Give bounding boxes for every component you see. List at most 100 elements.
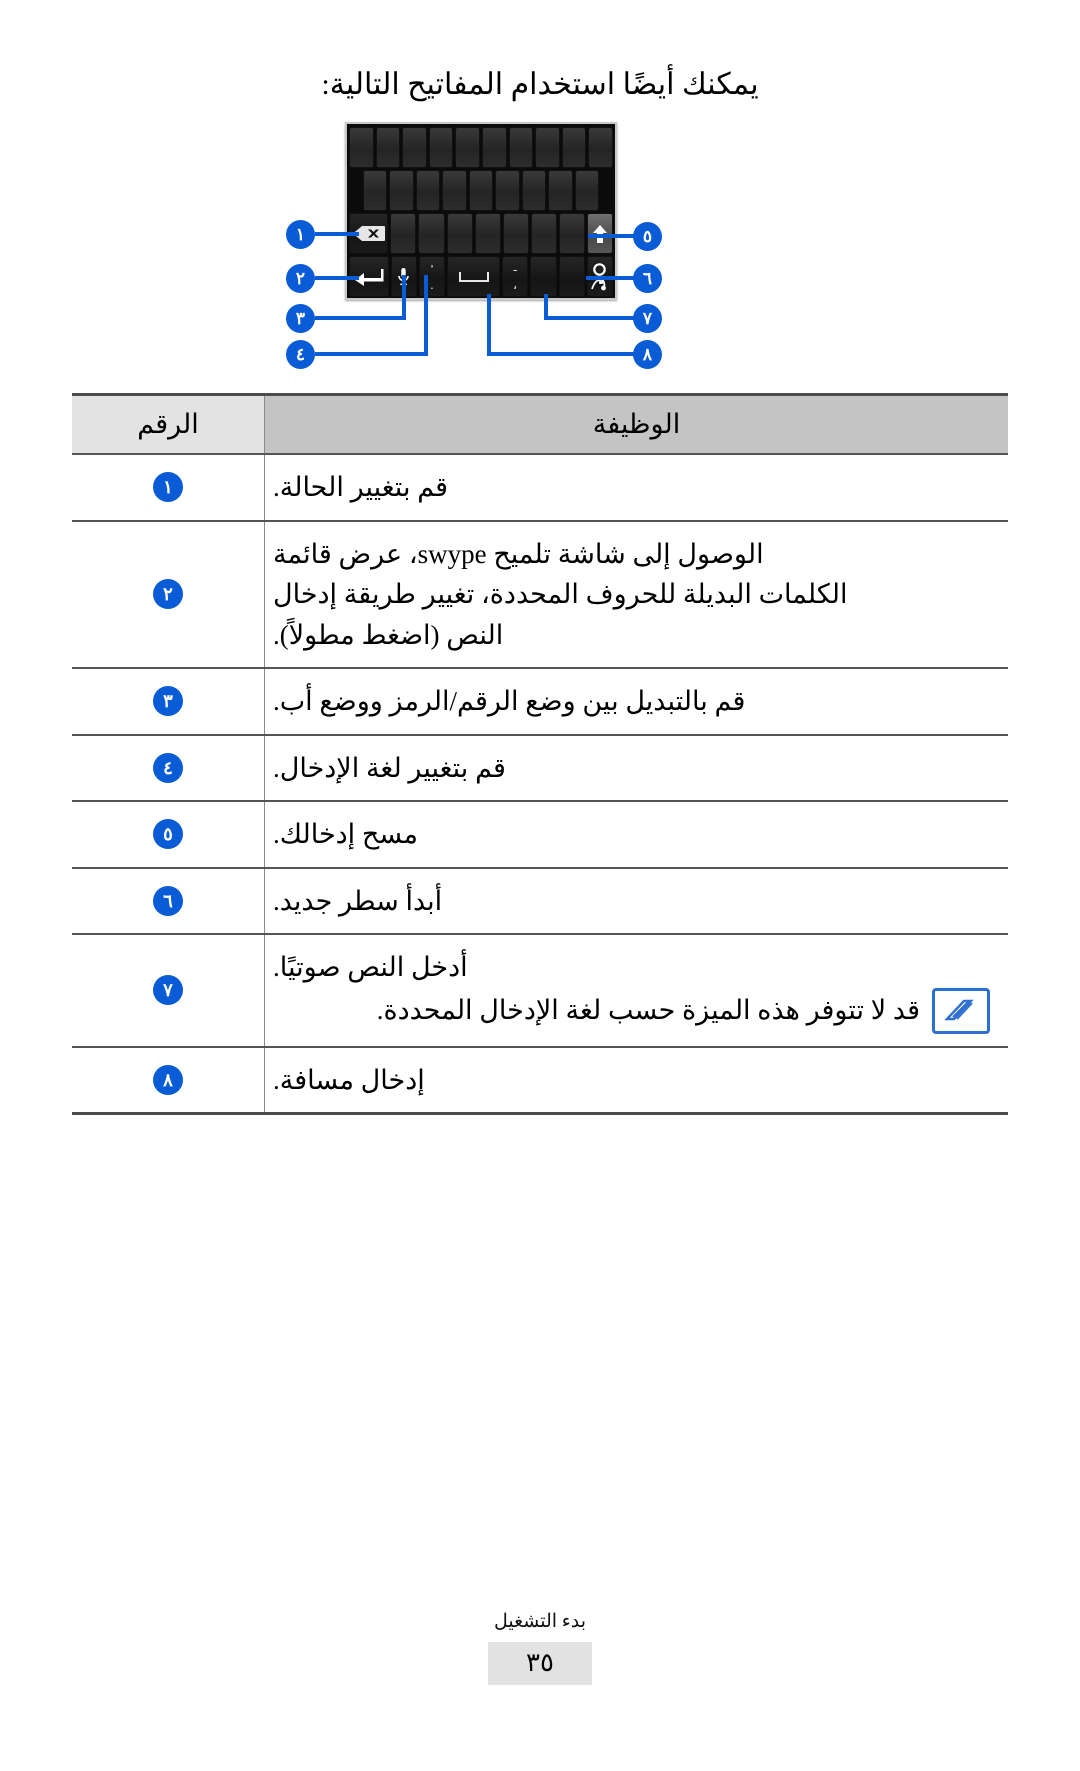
table-row: إدخال مسافة. ٨: [72, 1045, 1008, 1115]
key-function-table: الوظيفة الرقم قم بتغيير الحالة. ١ الوصول…: [72, 393, 1008, 1115]
table-head: الوظيفة الرقم: [72, 393, 1008, 454]
function-line: أدخل النص صوتيًا.: [273, 952, 468, 982]
letter-key[interactable]: [502, 213, 529, 254]
letter-key[interactable]: [390, 213, 417, 254]
letter-key[interactable]: [548, 170, 573, 211]
table-row: قم بالتبديل بين وضع الرقم/الرمز ووضع أب.…: [72, 667, 1008, 735]
space-bar-icon: [448, 257, 499, 296]
letter-key[interactable]: [389, 170, 414, 211]
letter-key[interactable]: [418, 213, 445, 254]
note-text: قد لا تتوفر هذه الميزة حسب لغة الإدخال ا…: [376, 994, 920, 1025]
letter-key[interactable]: [561, 127, 587, 168]
row-badge: ٥: [153, 819, 183, 850]
leader-line-8-h: [487, 352, 636, 356]
swype-keyboard: - ، ’ .: [345, 122, 617, 300]
leader-line-8-v: [487, 294, 491, 356]
callout-badge-1: ١: [286, 220, 315, 249]
row-badge: ٢: [153, 579, 183, 610]
row-badge: ٤: [153, 752, 183, 783]
leader-line-6: [586, 276, 636, 280]
letter-key[interactable]: [455, 127, 480, 168]
letter-key[interactable]: [474, 213, 501, 254]
number-cell: ٢: [72, 519, 265, 668]
symbol-mode-key[interactable]: [558, 256, 585, 297]
row-badge: ٣: [153, 686, 183, 717]
letter-key[interactable]: [363, 170, 388, 211]
function-line: إدخال مسافة.: [273, 1064, 425, 1095]
letter-key[interactable]: [428, 127, 454, 168]
letter-key[interactable]: [558, 213, 585, 254]
letter-key[interactable]: [402, 127, 427, 168]
column-header-number: الرقم: [72, 393, 265, 454]
letter-key[interactable]: [446, 213, 473, 254]
space-key[interactable]: [447, 256, 500, 297]
table-row: قم بتغيير الحالة. ١: [72, 453, 1008, 521]
leader-line-7-v: [544, 294, 548, 320]
function-cell: الوصول إلى شاشة تلميح swype، عرض قائمة ا…: [264, 519, 1008, 668]
intro-text: يمكنك أيضًا استخدام المفاتيح التالية:: [321, 68, 759, 101]
letter-key[interactable]: [495, 170, 520, 211]
function-line: الكلمات البديلة للحروف المحددة، تغيير طر…: [273, 579, 848, 609]
table-row: أدخل النص صوتيًا. قد لا تتوفر هذه الميزة…: [72, 933, 1008, 1047]
callout-badge-5: ٥: [633, 222, 662, 251]
keyboard-row-2: [349, 170, 613, 211]
number-cell: ٧: [72, 933, 265, 1047]
dash-comma-key[interactable]: - ،: [502, 256, 529, 297]
dash-comma-icon: - ،: [503, 257, 527, 296]
leader-line-3-v: [402, 275, 406, 320]
letter-key[interactable]: [482, 127, 507, 168]
function-cell: قم بتغيير لغة الإدخال.: [264, 733, 1008, 801]
letter-key[interactable]: [574, 170, 599, 211]
callout-badge-7: ٧: [633, 304, 662, 333]
row-badge: ١: [153, 472, 183, 503]
keyboard-row-3: [349, 213, 613, 254]
row-badge: ٧: [153, 975, 183, 1006]
table-body: قم بتغيير الحالة. ١ الوصول إلى شاشة تلمي…: [72, 453, 1008, 1115]
letter-key[interactable]: [521, 170, 547, 211]
letter-key[interactable]: [530, 213, 557, 254]
function-line: قم بتغيير لغة الإدخال.: [273, 752, 506, 783]
letter-key[interactable]: [588, 127, 613, 168]
table-row: قم بتغيير لغة الإدخال. ٤: [72, 733, 1008, 801]
function-cell: أبدأ سطر جديد.: [264, 866, 1008, 934]
callout-badge-4: ٤: [286, 340, 315, 369]
function-line: قم بالتبديل بين وضع الرقم/الرمز ووضع أب.: [273, 686, 746, 716]
column-header-function: الوظيفة: [264, 393, 1008, 454]
leader-line-3-h: [315, 316, 406, 320]
row-badge: ٨: [153, 1064, 183, 1095]
period-glyph: .: [430, 276, 434, 292]
apostrophe-period-key[interactable]: ’ .: [418, 256, 446, 297]
function-cell: قم بتغيير الحالة.: [264, 453, 1008, 521]
letter-key[interactable]: [468, 170, 494, 211]
note-pencil-icon: [932, 987, 990, 1034]
function-cell: قم بالتبديل بين وضع الرقم/الرمز ووضع أب.: [264, 667, 1008, 735]
manual-page: يمكنك أيضًا استخدام المفاتيح التالية: - …: [0, 0, 1080, 1771]
number-cell: ٣: [72, 667, 265, 735]
letter-key[interactable]: [535, 127, 560, 168]
table-row: مسح إدخالك. ٥: [72, 800, 1008, 868]
comma-glyph: ،: [513, 276, 518, 292]
row-badge: ٦: [153, 885, 183, 916]
footer-section-label: بدء التشغيل: [494, 1611, 586, 1633]
input-language-key[interactable]: [530, 256, 557, 297]
table-header-row: الوظيفة الرقم: [72, 393, 1008, 454]
table-row: الوصول إلى شاشة تلميح swype، عرض قائمة ا…: [72, 519, 1008, 668]
letter-key[interactable]: [442, 170, 467, 211]
leader-line-7-h: [544, 316, 636, 320]
function-cell: مسح إدخالك.: [264, 800, 1008, 868]
letter-key[interactable]: [508, 127, 534, 168]
function-cell: أدخل النص صوتيًا. قد لا تتوفر هذه الميزة…: [264, 933, 1008, 1047]
callout-badge-8: ٨: [633, 340, 662, 369]
letter-key[interactable]: [415, 170, 441, 211]
number-cell: ١: [72, 453, 265, 521]
leader-line-4-v: [424, 275, 428, 356]
letter-key[interactable]: [375, 127, 401, 168]
function-line: أبدأ سطر جديد.: [273, 885, 443, 916]
keyboard-row-4: - ، ’ .: [349, 256, 613, 297]
function-line: مسح إدخالك.: [273, 819, 418, 849]
letter-key[interactable]: [349, 127, 374, 168]
number-cell: ٤: [72, 733, 265, 801]
leader-line-2: [315, 276, 359, 280]
function-line: قم بتغيير الحالة.: [273, 472, 449, 502]
callout-badge-2: ٢: [286, 264, 315, 293]
